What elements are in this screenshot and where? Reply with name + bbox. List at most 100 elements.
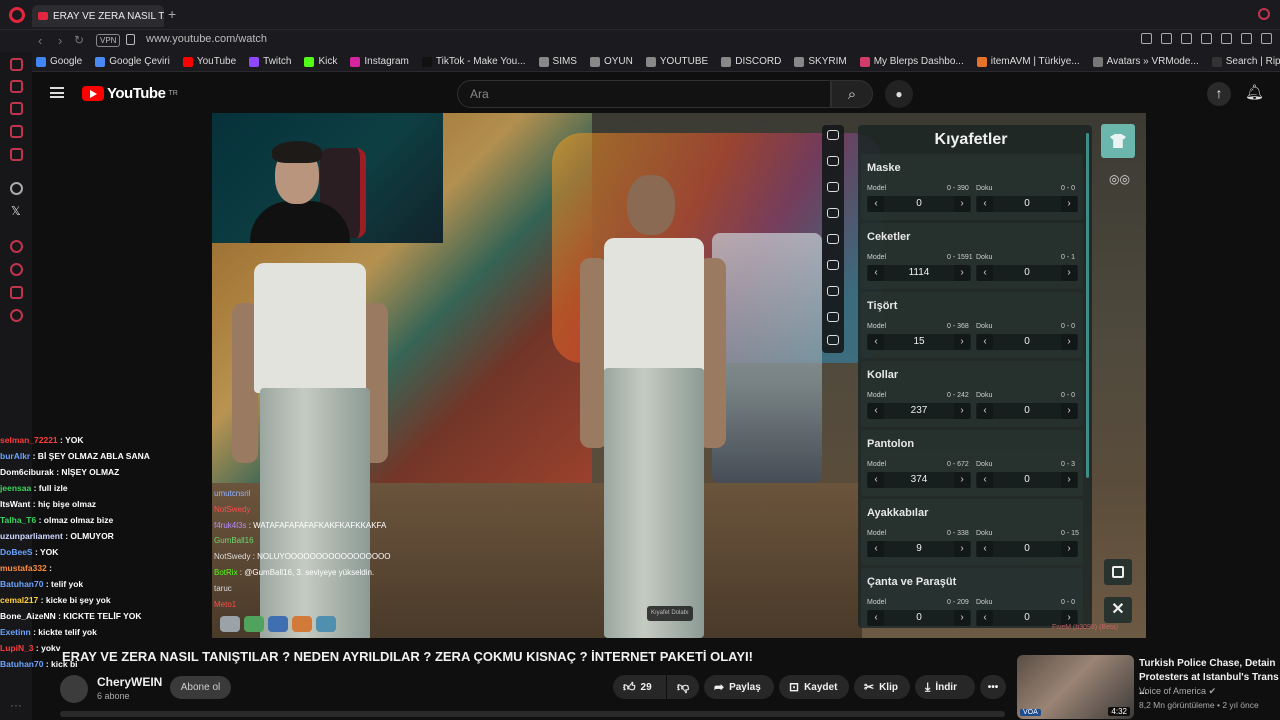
model-decrease-button[interactable]: ‹ [868, 610, 884, 626]
dislike-button[interactable]: 👎︎ [667, 675, 699, 699]
eye-icon[interactable] [827, 130, 839, 140]
bookmark-item[interactable]: YouTube [182, 56, 236, 67]
bookmark-item[interactable]: Search | RipperSt... [1211, 56, 1280, 67]
bookmark-item[interactable]: DISCORD [721, 56, 781, 67]
menu-hamburger-icon[interactable] [50, 87, 64, 98]
reload-icon[interactable]: ↻ [74, 33, 84, 47]
sidebar-chatgpt-icon[interactable] [10, 182, 23, 195]
clip-button[interactable]: ✂ Klip [854, 675, 910, 699]
bookmark-item[interactable]: OYUN [589, 56, 633, 67]
model-value[interactable]: 9 [886, 543, 952, 554]
heart-icon[interactable] [1221, 33, 1232, 44]
lock-icon[interactable] [126, 34, 135, 45]
model-value[interactable]: 1114 [886, 267, 952, 278]
bookmark-icon[interactable] [1141, 33, 1152, 44]
texture-decrease-button[interactable]: ‹ [977, 334, 993, 350]
chat-username[interactable]: Meto1 [214, 600, 236, 609]
model-increase-button[interactable]: › [954, 334, 970, 350]
subscribe-button[interactable]: Abone ol [170, 676, 231, 699]
chat-username[interactable]: cemal217 [0, 595, 38, 605]
texture-decrease-button[interactable]: ‹ [977, 196, 993, 212]
texture-increase-button[interactable]: › [1061, 403, 1077, 419]
texture-decrease-button[interactable]: ‹ [977, 610, 993, 626]
clothing-tab-button[interactable] [1101, 124, 1135, 158]
chat-username[interactable]: Dom6ciburak [0, 467, 54, 477]
chat-username[interactable]: taruc [214, 584, 232, 593]
chat-username[interactable]: LupiN_3 [0, 643, 34, 653]
body-icon[interactable] [827, 286, 839, 296]
tab-search-icon[interactable] [1258, 8, 1270, 20]
model-increase-button[interactable]: › [954, 196, 970, 212]
chat-username[interactable]: burAlkr [0, 451, 30, 461]
texture-value[interactable]: 0 [994, 336, 1060, 347]
more-actions-button[interactable]: ••• [980, 675, 1006, 699]
save-outfit-button[interactable] [1104, 559, 1132, 585]
texture-decrease-button[interactable]: ‹ [977, 403, 993, 419]
sidebar-mail-icon[interactable] [10, 58, 23, 71]
texture-increase-button[interactable]: › [1061, 541, 1077, 557]
chat-username[interactable]: Bone_AizeNN [0, 611, 56, 621]
search-input[interactable]: Ara [457, 80, 831, 108]
bookmark-item[interactable]: SIMS [538, 56, 577, 67]
texture-value[interactable]: 0 [994, 612, 1060, 623]
shield-icon[interactable] [1181, 33, 1192, 44]
texture-decrease-button[interactable]: ‹ [977, 265, 993, 281]
video-progress-bar[interactable] [60, 711, 1005, 717]
chat-username[interactable]: selman_72221 [0, 435, 58, 445]
glasses-icon[interactable] [827, 208, 839, 218]
shirt-icon[interactable] [827, 312, 839, 322]
texture-value[interactable]: 0 [994, 543, 1060, 554]
vpn-badge[interactable]: VPN [96, 34, 121, 47]
texture-decrease-button[interactable]: ‹ [977, 541, 993, 557]
chat-username[interactable]: DoBeeS [0, 547, 33, 557]
model-decrease-button[interactable]: ‹ [868, 196, 884, 212]
menu-icon[interactable] [1261, 33, 1272, 44]
channel-avatar[interactable] [60, 675, 88, 703]
sidebar-settings-icon[interactable] [10, 309, 23, 322]
model-value[interactable]: 0 [886, 612, 952, 623]
chat-username[interactable]: Batuhan70 [0, 659, 43, 669]
chat-username[interactable]: Batuhan70 [0, 579, 43, 589]
close-panel-button[interactable]: ✕ [1104, 597, 1132, 623]
bookmark-item[interactable]: Kick [304, 56, 337, 67]
chat-username[interactable]: Exetinn [0, 627, 31, 637]
chat-username[interactable]: uzunparliament [0, 531, 63, 541]
voice-search-button[interactable]: ● [885, 80, 913, 108]
chat-username[interactable]: f4ruk4l3s [214, 521, 246, 530]
sidebar-player-icon[interactable] [10, 240, 23, 253]
snapshot-icon[interactable] [1161, 33, 1172, 44]
hat-icon[interactable] [827, 156, 839, 166]
sidebar-game-icon[interactable] [10, 102, 23, 115]
texture-increase-button[interactable]: › [1061, 472, 1077, 488]
model-decrease-button[interactable]: ‹ [868, 265, 884, 281]
sidebar-x-icon[interactable]: 𝕏 [11, 204, 21, 218]
channel-name[interactable]: CheryWEIN [97, 675, 162, 689]
like-button[interactable]: 👍︎ 29 [613, 675, 666, 699]
youtube-logo[interactable]: YouTube TR [82, 85, 178, 102]
sidebar-refresh-icon[interactable] [10, 80, 23, 93]
chat-username[interactable]: NotSwedy [214, 552, 250, 561]
model-decrease-button[interactable]: ‹ [868, 541, 884, 557]
bookmark-item[interactable]: Google Çeviri [95, 56, 170, 67]
share-button[interactable]: ➦ Paylaş [704, 675, 774, 699]
accessories-glasses-icon[interactable]: ◎◎ [1109, 172, 1130, 186]
texture-increase-button[interactable]: › [1061, 334, 1077, 350]
opera-logo-icon[interactable] [9, 7, 25, 23]
bookmark-item[interactable]: Instagram [350, 56, 409, 67]
model-increase-button[interactable]: › [954, 265, 970, 281]
sidebar-more-icon[interactable]: ··· [10, 698, 22, 712]
model-increase-button[interactable]: › [954, 403, 970, 419]
url-field[interactable]: www.youtube.com/watch [146, 33, 267, 45]
download-button[interactable]: ⤓ İndir [915, 675, 975, 699]
recommended-thumbnail[interactable]: VOA 4:32 [1017, 655, 1134, 719]
browser-tab[interactable]: ERAY VE ZERA NASIL TANIŞTILAR [32, 5, 164, 27]
forward-arrow-icon[interactable]: › [58, 33, 62, 48]
sidebar-extensions-icon[interactable] [10, 286, 23, 299]
extensions-icon[interactable] [1241, 33, 1252, 44]
notifications-bell-icon[interactable]: 🔔︎ [1245, 83, 1264, 101]
bookmark-item[interactable]: Google [36, 56, 82, 67]
model-value[interactable]: 374 [886, 474, 952, 485]
texture-increase-button[interactable]: › [1061, 265, 1077, 281]
texture-value[interactable]: 0 [994, 405, 1060, 416]
sidebar-messenger-icon[interactable] [10, 148, 23, 161]
